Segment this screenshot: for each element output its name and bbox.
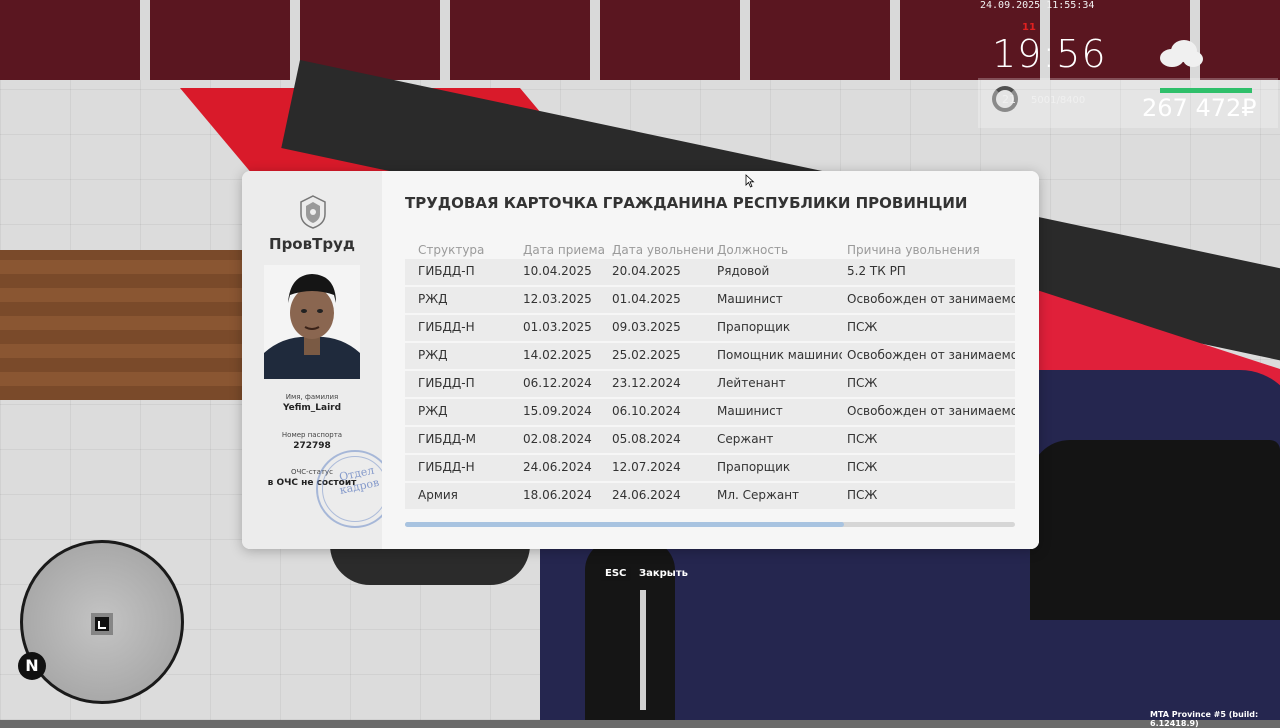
- cell-position: Прапорщик: [717, 460, 791, 474]
- cell-hire-date: 01.03.2025: [523, 320, 592, 334]
- cell-reason: ПСЖ: [847, 488, 878, 502]
- cell-dismiss-date: 09.03.2025: [612, 320, 681, 334]
- table-body: ГИБДД-П 10.04.2025 20.04.2025 Рядовой 5.2 ТК…: [405, 259, 1015, 509]
- state-emblem-icon: [300, 195, 326, 229]
- cell-hire-date: 14.02.2025: [523, 348, 592, 362]
- scrollbar-thumb[interactable]: [405, 522, 845, 527]
- esc-key[interactable]: ESC: [600, 566, 632, 581]
- cell-reason: ПСЖ: [847, 460, 878, 474]
- table-header: Структура Дата приема Дата увольнени Дол…: [405, 241, 1015, 259]
- cell-reason: Освобожден от занимаемой: [847, 348, 1015, 362]
- game-clock: 19:56: [992, 32, 1107, 76]
- work-card-dialog: ПровТруд Имя, фамилия Yefim_Laird Номер …: [242, 171, 1039, 549]
- name-value: Yefim_Laird: [282, 403, 342, 413]
- name-label: Имя, фамилия: [285, 393, 339, 401]
- employment-table: Структура Дата приема Дата увольнени Дол…: [405, 241, 1015, 511]
- cell-position: Мл. Сержант: [717, 488, 800, 502]
- cell-reason: ПСЖ: [847, 320, 878, 334]
- cell-dismiss-date: 01.04.2025: [612, 292, 681, 306]
- cell-hire-date: 10.04.2025: [523, 264, 592, 278]
- column-structure: Структура: [418, 243, 485, 257]
- table-row: Армия 18.06.2024 24.06.2024 Мл. Сержант ПСЖ: [405, 483, 1015, 509]
- table-row: РЖД 12.03.2025 01.04.2025 Машинист Освобожде…: [405, 287, 1015, 313]
- cloud-icon: [1160, 40, 1203, 67]
- cell-dismiss-date: 20.04.2025: [612, 264, 681, 278]
- tracksuit-stripe: [640, 590, 646, 710]
- cell-reason: Освобожден от занимаемой: [847, 292, 1015, 306]
- cell-hire-date: 15.09.2024: [523, 404, 592, 418]
- horizontal-scrollbar[interactable]: [405, 522, 1015, 527]
- cell-structure: ГИБДД-П: [418, 376, 475, 390]
- cell-reason: Освобожден от занимаемой: [847, 404, 1015, 418]
- cell-reason: ПСЖ: [847, 432, 878, 446]
- cell-structure: ГИБДД-Н: [418, 460, 475, 474]
- build-info: MTA Province #5 (build: 6.12418.9): [1150, 710, 1259, 728]
- column-hire-date: Дата приема: [523, 243, 605, 257]
- cell-hire-date: 12.03.2025: [523, 292, 592, 306]
- cell-structure: ГИБДД-П: [418, 264, 475, 278]
- cell-dismiss-date: 05.08.2024: [612, 432, 681, 446]
- cell-structure: РЖД: [418, 348, 448, 362]
- cell-dismiss-date: 25.02.2025: [612, 348, 681, 362]
- player-level: 21: [1002, 93, 1016, 106]
- citizen-photo: [264, 265, 360, 379]
- cell-structure: Армия: [418, 488, 458, 502]
- table-row: ГИБДД-Н 01.03.2025 09.03.2025 Прапорщик ПСЖ: [405, 315, 1015, 341]
- table-row: ГИБДД-П 10.04.2025 20.04.2025 Рядовой 5.2 ТК…: [405, 259, 1015, 285]
- mouse-cursor-icon: [745, 174, 755, 188]
- health-bar: [1160, 88, 1252, 93]
- passport-label: Номер паспорта: [281, 431, 343, 439]
- cell-reason: ПСЖ: [847, 376, 878, 390]
- cell-dismiss-date: 12.07.2024: [612, 460, 681, 474]
- cell-position: Рядовой: [717, 264, 770, 278]
- cell-position: Прапорщик: [717, 320, 791, 334]
- cell-structure: РЖД: [418, 404, 448, 418]
- column-reason: Причина увольнения: [847, 243, 980, 257]
- cell-position: Машинист: [717, 292, 783, 306]
- cell-position: Лейтенант: [717, 376, 786, 390]
- wooden-floor: [0, 250, 250, 400]
- cell-structure: РЖД: [418, 292, 448, 306]
- money-balance: 267 472₽: [1142, 94, 1257, 122]
- table-row: ГИБДД-М 02.08.2024 05.08.2024 Сержант ПСЖ: [405, 427, 1015, 453]
- cell-hire-date: 06.12.2024: [523, 376, 592, 390]
- cell-dismiss-date: 06.10.2024: [612, 404, 681, 418]
- column-dismiss-date: Дата увольнени: [612, 243, 715, 257]
- cell-reason: 5.2 ТК РП: [847, 264, 906, 278]
- organization-name: ПровТруд: [269, 235, 355, 253]
- white-car: [330, 545, 530, 585]
- cell-structure: ГИБДД-М: [418, 432, 476, 446]
- car-window: [1030, 440, 1280, 620]
- table-row: РЖД 14.02.2025 25.02.2025 Помощник машинис О…: [405, 343, 1015, 369]
- table-row: ГИБДД-П 06.12.2024 23.12.2024 Лейтенант ПСЖ: [405, 371, 1015, 397]
- cell-position: Сержант: [717, 432, 774, 446]
- table-row: ГИБДД-Н 24.06.2024 12.07.2024 Прапорщик ПСЖ: [405, 455, 1015, 481]
- close-label[interactable]: Закрыть: [639, 568, 688, 579]
- column-position: Должность: [717, 243, 789, 257]
- cell-position: Машинист: [717, 404, 783, 418]
- experience-counter: 5001/8400: [1031, 95, 1086, 106]
- cell-hire-date: 18.06.2024: [523, 488, 592, 502]
- cell-structure: ГИБДД-Н: [418, 320, 475, 334]
- card-title: ТРУДОВАЯ КАРТОЧКА ГРАЖДАНИНА РЕСПУБЛИКИ …: [405, 194, 968, 212]
- player-marker-icon: [91, 613, 113, 635]
- north-compass-icon: N: [18, 652, 46, 680]
- cell-hire-date: 02.08.2024: [523, 432, 592, 446]
- cell-hire-date: 24.06.2024: [523, 460, 592, 474]
- server-datetime: 24.09.2025 11:55:34: [980, 0, 1095, 11]
- cell-dismiss-date: 24.06.2024: [612, 488, 681, 502]
- table-row: РЖД 15.09.2024 06.10.2024 Машинист Освобожде…: [405, 399, 1015, 425]
- cell-dismiss-date: 23.12.2024: [612, 376, 681, 390]
- avatar: [264, 265, 360, 379]
- cell-position: Помощник машинис: [717, 348, 842, 362]
